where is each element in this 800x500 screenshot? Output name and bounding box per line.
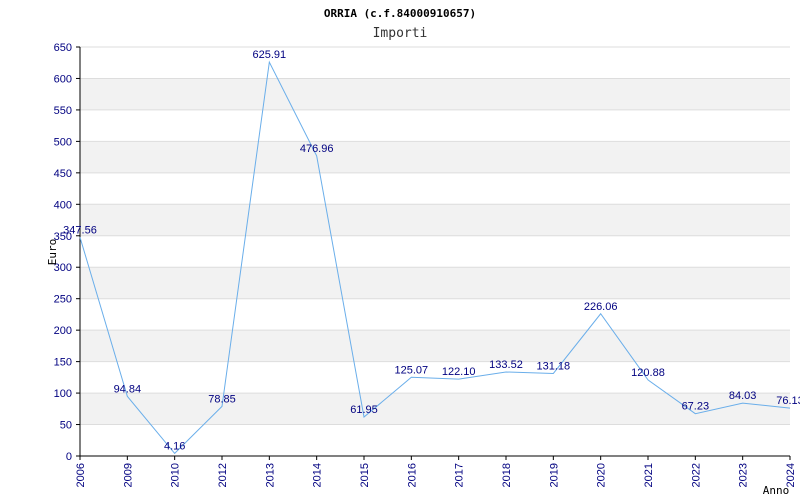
grid-band <box>80 78 790 110</box>
line-chart: ORRIA (c.f.84000910657) Importi 0 50 100 15… <box>46 7 800 497</box>
data-label: 4.16 <box>164 440 185 452</box>
x-tick-label: 2016 <box>406 463 418 487</box>
data-label: 347.56 <box>63 224 97 236</box>
x-tick-label: 2023 <box>738 463 750 487</box>
data-label: 67.23 <box>682 401 710 413</box>
y-tick-label: 50 <box>60 420 72 432</box>
x-tick-label: 2010 <box>170 463 182 487</box>
y-tick-label: 200 <box>54 325 72 337</box>
data-label: 94.84 <box>114 383 142 395</box>
x-tick-label: 2019 <box>548 463 560 487</box>
data-label: 476.96 <box>300 143 334 155</box>
y-tick-label: 150 <box>54 357 72 369</box>
data-label: 76.13 <box>776 395 800 407</box>
data-label: 120.88 <box>631 367 665 379</box>
x-tick-label: 2014 <box>312 463 324 487</box>
x-tick-label: 2018 <box>501 463 513 487</box>
data-label: 131.18 <box>537 360 571 372</box>
y-tick-label: 400 <box>54 199 72 211</box>
grid-band <box>80 141 790 173</box>
y-tick-label: 100 <box>54 388 72 400</box>
chart-subtitle: Importi <box>373 26 428 41</box>
grid-band <box>80 267 790 299</box>
x-axis-ticks: 2006 2009 2010 2012 2013 2014 2015 2016 2017 2018… <box>75 456 797 487</box>
x-tick-label: 2015 <box>359 463 371 487</box>
y-tick-label: 500 <box>54 136 72 148</box>
data-label: 125.07 <box>395 364 429 376</box>
data-label: 133.52 <box>489 359 523 371</box>
grid-band <box>80 204 790 236</box>
data-label: 78.85 <box>208 393 236 405</box>
data-label: 226.06 <box>584 301 618 313</box>
data-label: 122.10 <box>442 366 476 378</box>
y-tick-label: 600 <box>54 73 72 85</box>
data-label: 625.91 <box>253 49 287 61</box>
x-tick-label: 2013 <box>264 463 276 487</box>
x-tick-label: 2009 <box>122 463 134 487</box>
x-tick-label: 2020 <box>596 463 608 487</box>
data-label: 84.03 <box>729 390 757 402</box>
x-tick-label: 2017 <box>454 463 466 487</box>
y-tick-label: 650 <box>54 42 72 54</box>
y-tick-label: 550 <box>54 105 72 117</box>
y-axis-label: Euro <box>46 239 59 266</box>
grid-band <box>80 330 790 362</box>
x-tick-label: 2012 <box>217 463 229 487</box>
x-axis-label: Anno <box>763 484 790 497</box>
y-tick-label: 250 <box>54 294 72 306</box>
y-tick-label: 0 <box>66 451 72 463</box>
y-tick-label: 450 <box>54 168 72 180</box>
x-tick-label: 2022 <box>690 463 702 487</box>
chart-title: ORRIA (c.f.84000910657) <box>324 7 476 20</box>
x-tick-label: 2006 <box>75 463 87 487</box>
data-label: 61.95 <box>350 404 378 416</box>
grid-bands <box>80 78 790 425</box>
x-tick-label: 2021 <box>643 463 655 487</box>
